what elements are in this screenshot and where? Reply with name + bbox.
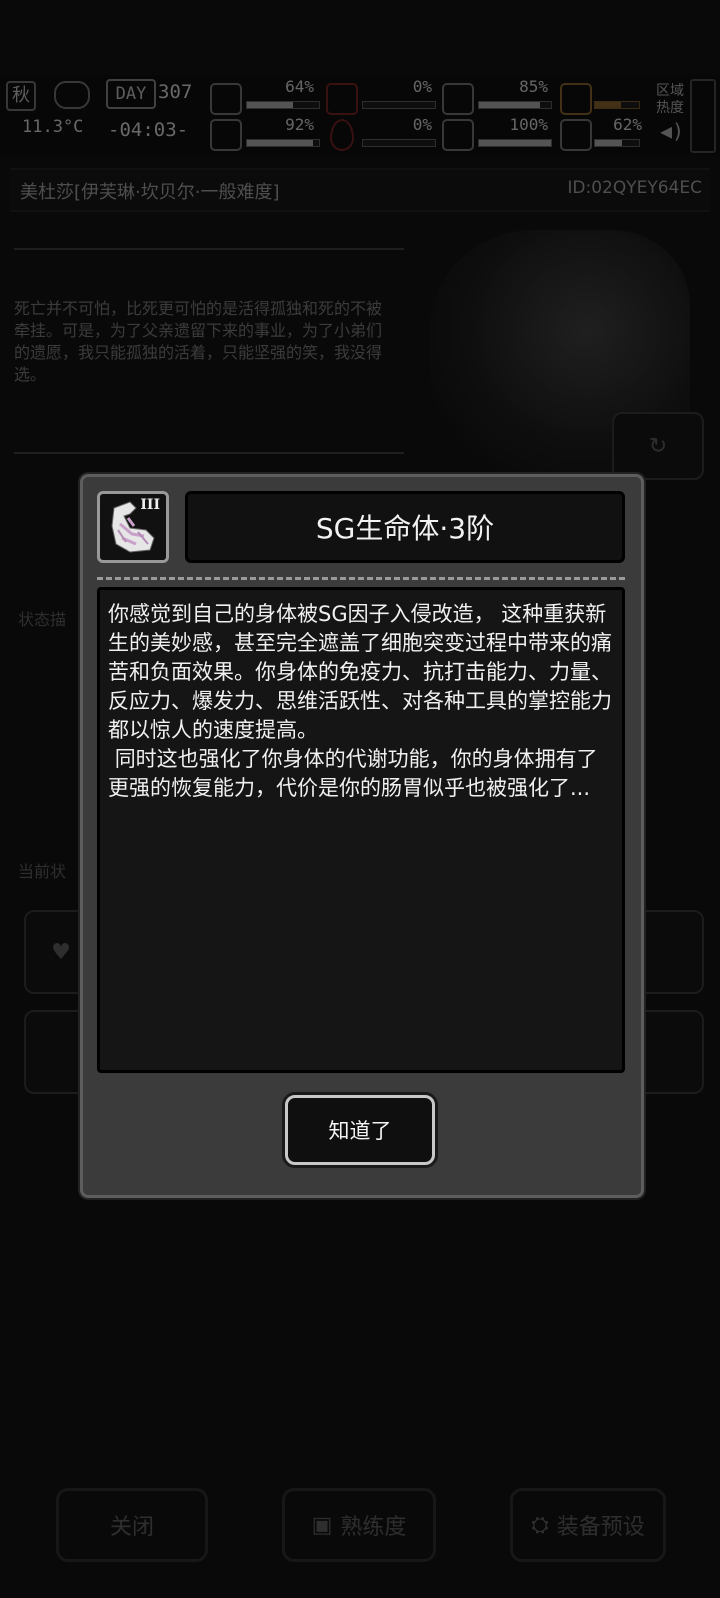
mutation-description: 你感觉到自己的身体被SG因子入侵改造， 这种重获新生的美妙感，甚至完全遮盖了细胞… — [97, 587, 625, 1073]
mutation-dialog: III SG生命体·3阶 你感觉到自己的身体被SG因子入侵改造， 这种重获新生的… — [80, 474, 644, 1198]
dialog-title: SG生命体·3阶 — [185, 491, 625, 563]
dashed-separator — [97, 577, 625, 580]
tier-label: III — [140, 497, 160, 513]
acknowledge-button[interactable]: 知道了 — [285, 1095, 435, 1165]
mutation-badge: III — [97, 491, 169, 563]
